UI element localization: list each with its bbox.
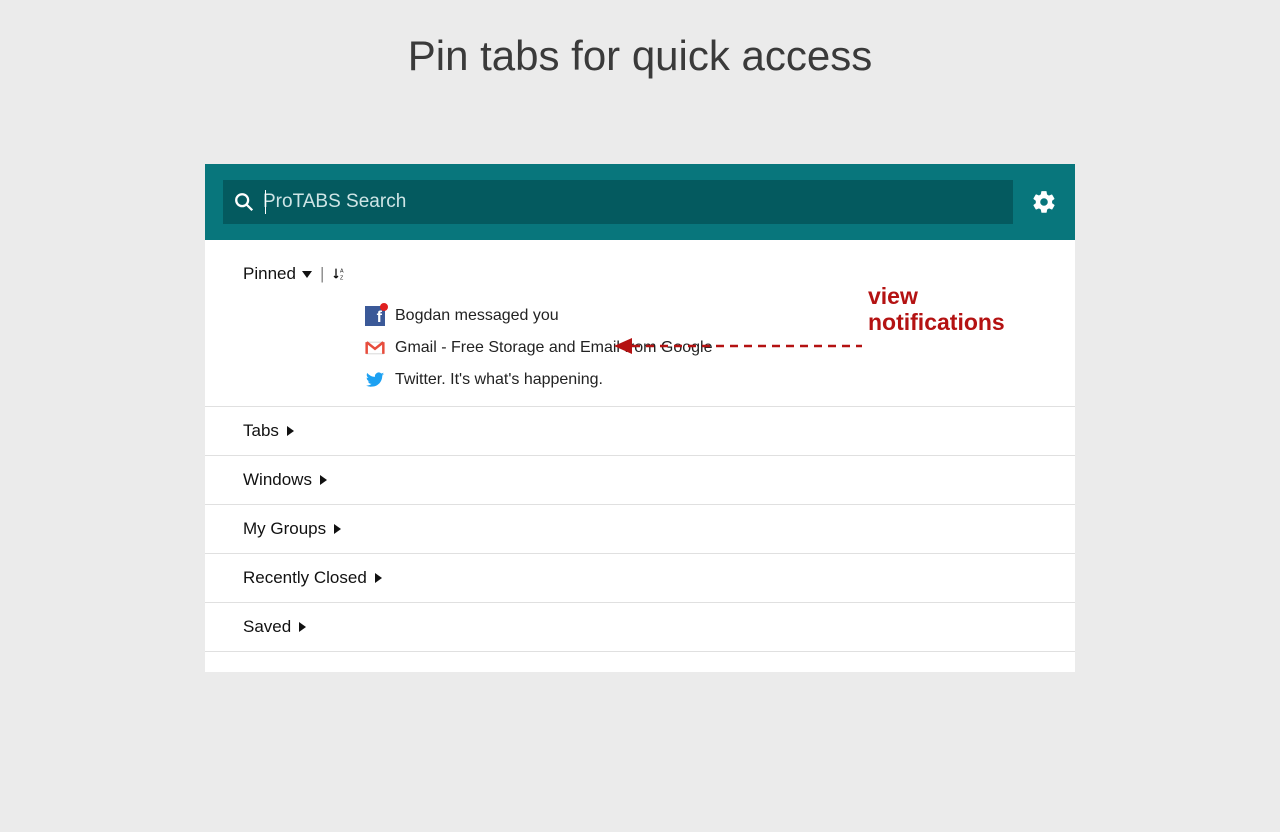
caret-right-icon [287, 426, 294, 436]
search-input[interactable] [263, 191, 1003, 213]
pinned-item-twitter[interactable]: Twitter. It's what's happening. [365, 364, 1075, 396]
tabs-label: Tabs [243, 421, 279, 441]
saved-label: Saved [243, 617, 291, 637]
page-title: Pin tabs for quick access [0, 32, 1280, 80]
tabs-section-header[interactable]: Tabs [205, 407, 1075, 456]
recently-closed-label: Recently Closed [243, 568, 367, 588]
gmail-icon [365, 338, 385, 358]
recently-closed-section-header[interactable]: Recently Closed [205, 554, 1075, 603]
windows-label: Windows [243, 470, 312, 490]
windows-section-header[interactable]: Windows [205, 456, 1075, 505]
saved-section-header[interactable]: Saved [205, 603, 1075, 652]
notification-dot-icon [380, 303, 388, 311]
caret-right-icon [299, 622, 306, 632]
search-box[interactable] [223, 180, 1013, 224]
caret-right-icon [320, 475, 327, 485]
annotation-arrow-icon [612, 334, 872, 358]
sort-az-button[interactable]: A Z [332, 266, 348, 282]
text-cursor [265, 190, 266, 214]
my-groups-label: My Groups [243, 519, 326, 539]
svg-text:Z: Z [340, 275, 344, 281]
app-window: Pinned | A Z f Bogdan messaged you [205, 164, 1075, 672]
facebook-icon: f [365, 306, 385, 326]
pinned-item-label: Bogdan messaged you [395, 307, 559, 325]
header-bar [205, 164, 1075, 240]
pinned-item-label: Twitter. It's what's happening. [395, 371, 603, 389]
content-panel: Pinned | A Z f Bogdan messaged you [205, 248, 1075, 672]
pinned-section-header[interactable]: Pinned | A Z [205, 248, 1075, 294]
caret-right-icon [334, 524, 341, 534]
gear-icon[interactable] [1031, 189, 1057, 215]
twitter-icon [365, 370, 385, 390]
divider: | [320, 264, 324, 284]
caret-right-icon [375, 573, 382, 583]
pinned-item-facebook[interactable]: f Bogdan messaged you [365, 300, 1075, 332]
caret-down-icon [302, 271, 312, 278]
search-icon [233, 191, 255, 213]
my-groups-section-header[interactable]: My Groups [205, 505, 1075, 554]
svg-text:A: A [340, 269, 344, 275]
pinned-label: Pinned [243, 264, 296, 284]
